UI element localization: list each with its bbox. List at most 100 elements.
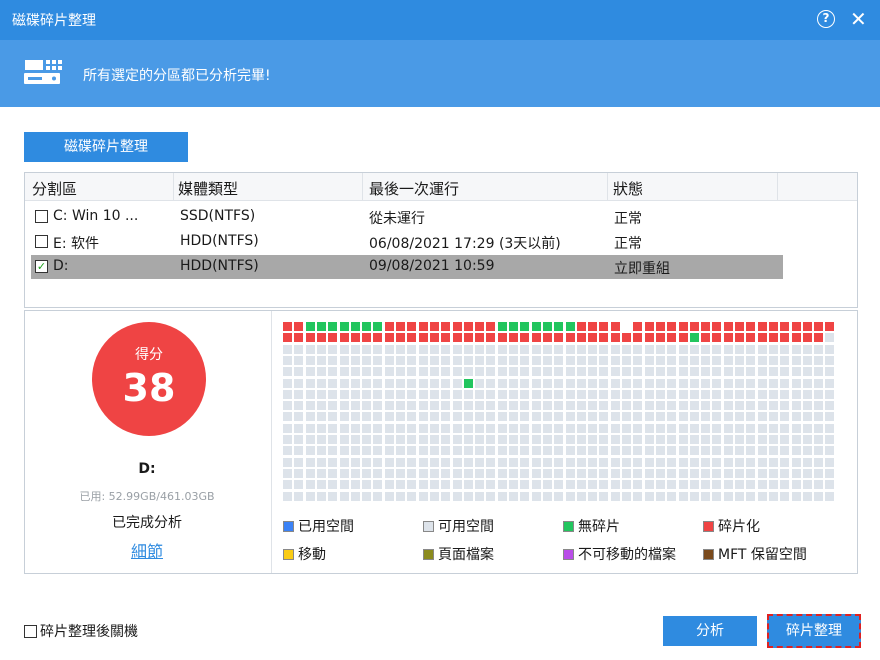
legend-item-unmovable: 不可移動的檔案 xyxy=(563,544,676,564)
cluster-cell xyxy=(486,345,495,354)
cluster-cell xyxy=(803,480,812,489)
cluster-cell xyxy=(509,492,518,501)
cluster-cell xyxy=(498,458,507,467)
cluster-cell xyxy=(588,480,597,489)
cluster-cell xyxy=(803,401,812,410)
cluster-cell xyxy=(283,458,292,467)
status-banner: 所有選定的分區都已分析完畢! xyxy=(0,40,880,107)
cluster-cell xyxy=(746,356,755,365)
partition-checkbox[interactable] xyxy=(35,210,48,223)
disk-defrag-button[interactable]: 磁碟碎片整理 xyxy=(24,132,188,162)
cluster-cell xyxy=(803,390,812,399)
cluster-cell xyxy=(746,469,755,478)
list-item[interactable]: E: 软件 HDD(NTFS) 06/08/2021 17:29 (3天以前) … xyxy=(31,230,783,254)
column-header-media[interactable]: 媒體類型 xyxy=(178,178,238,199)
cluster-cell xyxy=(746,333,755,342)
cluster-cell xyxy=(385,345,394,354)
cluster-cell xyxy=(340,333,349,342)
analyze-button[interactable]: 分析 xyxy=(663,616,757,646)
cluster-cell xyxy=(498,424,507,433)
cluster-cell xyxy=(351,356,360,365)
cluster-cell xyxy=(724,480,733,489)
cluster-cell xyxy=(430,435,439,444)
checkbox-box[interactable] xyxy=(24,625,37,638)
cluster-cell xyxy=(317,446,326,455)
cluster-cell xyxy=(464,446,473,455)
cluster-cell xyxy=(814,446,823,455)
cluster-cell xyxy=(362,412,371,421)
column-header-last-run[interactable]: 最後一次運行 xyxy=(369,178,459,199)
cluster-cell xyxy=(701,469,710,478)
cluster-cell xyxy=(566,458,575,467)
close-icon[interactable]: ✕ xyxy=(850,8,867,30)
cluster-cell xyxy=(712,480,721,489)
cluster-cell xyxy=(701,379,710,388)
cluster-cell xyxy=(419,480,428,489)
list-item-selected[interactable]: ✓ D: HDD(NTFS) 09/08/2021 10:59 立即重組 xyxy=(31,255,783,279)
cluster-cell xyxy=(656,492,665,501)
cluster-cell xyxy=(645,446,654,455)
cluster-cell xyxy=(656,458,665,467)
cluster-cell xyxy=(419,469,428,478)
cluster-cell xyxy=(475,333,484,342)
cluster-cell xyxy=(351,322,360,331)
column-header-partition[interactable]: 分割區 xyxy=(32,178,77,199)
cluster-cell xyxy=(746,322,755,331)
defrag-button[interactable]: 碎片整理 xyxy=(766,613,862,649)
partition-checkbox[interactable]: ✓ xyxy=(35,260,48,273)
cluster-cell xyxy=(475,458,484,467)
cluster-cell xyxy=(769,356,778,365)
cluster-cell xyxy=(532,469,541,478)
cluster-cell xyxy=(407,322,416,331)
cluster-cell xyxy=(328,492,337,501)
partition-checkbox[interactable] xyxy=(35,235,48,248)
cluster-cell xyxy=(656,424,665,433)
banner-message: 所有選定的分區都已分析完畢! xyxy=(83,68,271,84)
cluster-cell xyxy=(690,401,699,410)
cluster-cell xyxy=(758,480,767,489)
cluster-cell xyxy=(588,458,597,467)
legend-swatch xyxy=(283,521,294,532)
cluster-cell xyxy=(520,390,529,399)
cluster-cell xyxy=(712,469,721,478)
cluster-cell xyxy=(724,492,733,501)
cluster-cell xyxy=(441,424,450,433)
cluster-cell xyxy=(735,412,744,421)
cluster-cell xyxy=(498,492,507,501)
shutdown-after-defrag-checkbox[interactable]: 碎片整理後關機 xyxy=(24,621,138,641)
help-icon[interactable]: ? xyxy=(817,10,835,28)
cluster-cell xyxy=(667,379,676,388)
cluster-cell xyxy=(532,446,541,455)
details-link[interactable]: 細節 xyxy=(24,538,270,562)
cluster-cell xyxy=(679,367,688,376)
cluster-cell xyxy=(622,458,631,467)
cluster-cell xyxy=(328,480,337,489)
list-item[interactable]: C: Win 10 ... SSD(NTFS) 從未運行 正常 xyxy=(31,205,783,229)
cluster-cell xyxy=(758,367,767,376)
cluster-cell xyxy=(543,345,552,354)
cluster-cell xyxy=(294,480,303,489)
partition-name: C: Win 10 ... xyxy=(53,208,139,224)
cluster-cell xyxy=(317,322,326,331)
column-header-status[interactable]: 狀態 xyxy=(613,178,643,199)
cluster-cell xyxy=(441,322,450,331)
cluster-cell xyxy=(667,435,676,444)
cluster-cell xyxy=(758,424,767,433)
cluster-cell xyxy=(464,322,473,331)
cluster-cell xyxy=(622,492,631,501)
cluster-cell xyxy=(599,412,608,421)
cluster-cell xyxy=(690,458,699,467)
cluster-cell xyxy=(294,401,303,410)
cluster-cell xyxy=(803,435,812,444)
cluster-cell xyxy=(780,390,789,399)
cluster-cell xyxy=(317,435,326,444)
cluster-cell xyxy=(724,469,733,478)
last-run: 09/08/2021 10:59 xyxy=(369,258,495,274)
cluster-cell xyxy=(543,401,552,410)
legend-label: MFT 保留空間 xyxy=(718,547,807,563)
cluster-cell xyxy=(588,446,597,455)
cluster-cell xyxy=(385,379,394,388)
cluster-cell xyxy=(498,345,507,354)
cluster-cell xyxy=(803,345,812,354)
cluster-cell xyxy=(566,492,575,501)
